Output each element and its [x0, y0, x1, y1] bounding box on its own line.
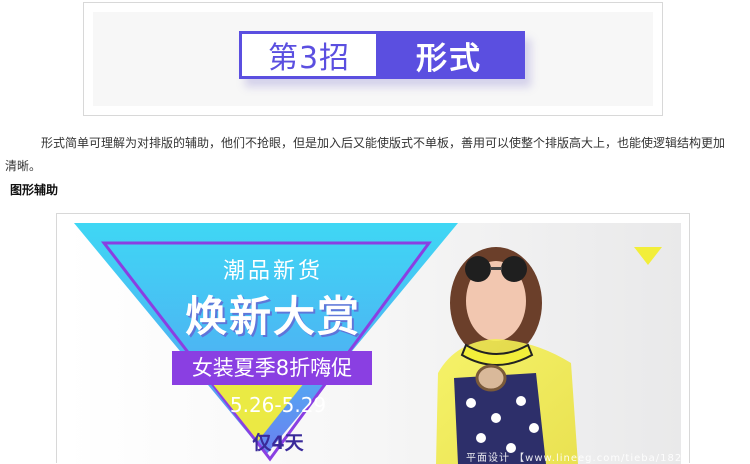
model-figure [436, 247, 578, 464]
step-figure-canvas: 第3招 形式 [93, 12, 653, 106]
step-figure: 第3招 形式 [83, 2, 663, 116]
banner-promo: 女装夏季8折嗨促 [172, 351, 372, 385]
watermark: 平面设计 【www.lineeg.com/tieba/1822】 [466, 453, 681, 464]
banner-title: 焕新大赏 [184, 292, 361, 341]
banner-duration: 仅4天 [252, 432, 304, 454]
step-name: 形式 [376, 34, 522, 77]
body-paragraph: 形式简单可理解为对排版的辅助，他们不抢眼，但是加入后又能使版式不单板，善用可以使… [5, 136, 726, 173]
promo-banner: 潮品新货 焕新大赏 女装夏季8折嗨促 5.26-5.29 仅4天 平面设计 【w… [66, 223, 681, 464]
step-number: 第3招 [267, 41, 351, 76]
banner-figure: 潮品新货 焕新大赏 女装夏季8折嗨促 5.26-5.29 仅4天 平面设计 【w… [56, 213, 690, 464]
yellow-triangle-right [634, 247, 662, 265]
banner-dates: 5.26-5.29 [229, 393, 327, 417]
banner-subtitle: 潮品新货 [222, 259, 323, 284]
step-badge: 第3招 形式 [239, 31, 525, 79]
section-heading: 图形辅助 [10, 183, 59, 197]
